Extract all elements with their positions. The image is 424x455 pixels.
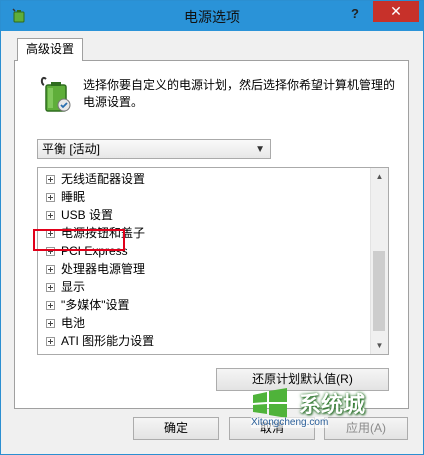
expand-icon[interactable] [46,337,55,346]
description-text: 选择你要自定义的电源计划，然后选择你希望计算机管理的电源设置。 [83,78,396,109]
tree-item-ati-graphics[interactable]: ATI 图形能力设置 [46,332,154,350]
ok-button[interactable]: 确定 [133,417,219,440]
tree-item-battery[interactable]: 电池 [46,314,85,332]
scroll-down-icon[interactable]: ▼ [371,337,388,354]
expand-icon[interactable] [46,265,55,274]
highlight-box-display [33,229,125,251]
watermark-text: 系统城 [299,393,366,418]
settings-tree[interactable]: 无线适配器设置 睡眠 USB 设置 电源按钮和盖子 PCI Express 处理… [37,167,389,355]
expand-icon[interactable] [46,175,55,184]
watermark-url: Xitongcheng.com [251,417,329,428]
settings-panel: 选择你要自定义的电源计划，然后选择你希望计算机管理的电源设置。 平衡 [活动] … [14,60,409,409]
tree-item-wireless-adapter[interactable]: 无线适配器设置 [46,170,145,188]
power-options-dialog: 电源选项 ? ✕ 高级设置 选择你要自定义的电源计划，然后选择你希望计算机管理的… [0,0,424,455]
watermark-logo: 系统城 Xitongcheng.com [239,385,389,433]
battery-settings-icon [40,76,71,112]
tree-item-usb[interactable]: USB 设置 [46,206,113,224]
title-bar[interactable]: 电源选项 ? ✕ [1,1,423,31]
tree-item-display[interactable]: 显示 [46,278,85,296]
close-button[interactable]: ✕ [373,1,419,22]
help-button[interactable]: ? [344,4,366,24]
scroll-up-icon[interactable]: ▲ [371,168,388,185]
tab-advanced-settings[interactable]: 高级设置 [17,38,83,61]
expand-icon[interactable] [46,319,55,328]
tree-item-sleep[interactable]: 睡眠 [46,188,85,206]
expand-icon[interactable] [46,211,55,220]
power-plan-value: 平衡 [活动] [42,142,101,156]
tree-item-multimedia[interactable]: "多媒体"设置 [46,296,130,314]
power-plan-select[interactable]: 平衡 [活动] ▼ [37,139,271,159]
expand-icon[interactable] [46,283,55,292]
windows-logo-icon [253,388,287,418]
expand-icon[interactable] [46,193,55,202]
scroll-thumb[interactable] [373,251,385,331]
tree-item-processor[interactable]: 处理器电源管理 [46,260,145,278]
chevron-down-icon: ▼ [255,144,265,155]
tree-scrollbar[interactable]: ▲ ▼ [370,168,388,354]
expand-icon[interactable] [46,301,55,310]
